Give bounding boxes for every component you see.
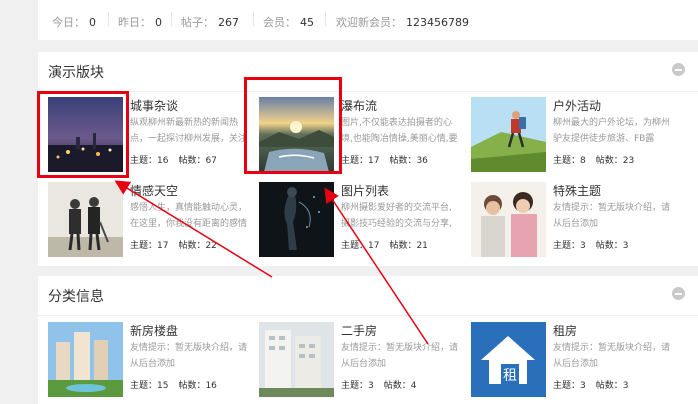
forum-stats: 主题：15 帖数：16	[130, 381, 217, 391]
forum-item: 图片列表 柳州摄影爱好者的交流平台,摄影技巧经验的交流与分享,共同 主题：17帖…	[259, 182, 464, 262]
forum-description: 友情提示：暂无版块介绍，请从后台添加	[341, 343, 459, 369]
forum-description: 友情提示：暂无版块介绍，请从后台添加	[130, 343, 248, 369]
rent-house-icon[interactable]: 租	[471, 322, 546, 397]
forum-group-demo: 演示版块 城事杂谈 纵观柳州新最新热的新闻热点，一起探讨柳州发展，关注 主题：1…	[38, 52, 698, 266]
forum-name[interactable]: 情感天空	[130, 182, 178, 199]
forum-name[interactable]: 城事杂谈	[130, 97, 178, 114]
forum-thumbnail-emotion[interactable]	[48, 182, 123, 257]
forum-description: 柳州最大的户外论坛，为柳州驴友提供徒步旅游、FB露营、	[553, 118, 671, 144]
forum-item: 户外活动 柳州最大的户外论坛，为柳州驴友提供徒步旅游、FB露营、 主题：8帖数：…	[471, 97, 676, 177]
forum-stats: 主题：3 帖数：3	[553, 381, 629, 391]
forum-stats: 主题：3 帖数：3	[553, 241, 629, 251]
forum-name[interactable]: 租房	[553, 322, 577, 339]
forum-name[interactable]: 图片列表	[341, 182, 389, 199]
forum-stats: 主题：17 帖数：36	[341, 156, 428, 166]
forum-stats: 主题：17 帖数：21	[341, 241, 428, 251]
forum-thumbnail-outdoor[interactable]	[471, 97, 546, 172]
forum-stats: 主题：16 帖数：67	[130, 156, 217, 166]
forum-description: 柳州摄影爱好者的交流平台,摄影技巧经验的交流与分享,共同	[341, 203, 452, 229]
collapse-icon[interactable]	[672, 63, 685, 76]
forum-description: 纵观柳州新最新热的新闻热点，一起探讨柳州发展，关注	[130, 118, 248, 144]
forum-group-header: 分类信息	[38, 276, 698, 316]
forum-description: 图片,不仅能表达拍摄者的心境,也能陶冶情操,美丽心情,要摄人	[341, 118, 458, 144]
forum-group-header: 演示版块	[38, 52, 698, 92]
forum-item: 二手房 友情提示：暂无版块介绍，请从后台添加 主题：3 帖数：4	[259, 322, 464, 402]
new-member-link[interactable]: 123456789	[406, 16, 469, 29]
forum-thumbnail-special[interactable]	[471, 182, 546, 257]
annotation-box-city	[37, 91, 129, 178]
forum-item: 特殊主题 友情提示：暂无版块介绍，请从后台添加 主题：3 帖数：3	[471, 182, 676, 262]
forum-item: 租 租房 友情提示：暂无版块介绍，请从后台添加 主题：3 帖数：3	[471, 322, 676, 402]
stat-today: 今日： 0	[52, 16, 96, 29]
forum-group-title: 演示版块	[48, 65, 104, 81]
forum-stats: 主题：17 帖数：22	[130, 241, 217, 251]
forum-stats: 主题：3 帖数：4	[341, 381, 417, 391]
forum-name[interactable]: 二手房	[341, 322, 377, 339]
forum-name[interactable]: 户外活动	[553, 97, 601, 114]
forum-stats: 主题：8 帖数：23	[553, 156, 635, 166]
forum-group-title: 分类信息	[48, 289, 104, 305]
forum-group-classified: 分类信息 新房楼盘 友情提示：暂无版块介绍，请从后台添加 主题：15 帖数：16 …	[38, 276, 698, 404]
forum-description: 感悟人生，真情能触动心灵，在这里，你我没有距离的感情	[130, 203, 248, 229]
stat-posts: 帖子： 267	[181, 16, 239, 29]
forum-description: 友情提示：暂无版块介绍，请从后台添加	[553, 343, 671, 369]
forum-description: 友情提示：暂无版块介绍，请从后台添加	[553, 203, 671, 229]
stats-bar: 今日： 0 昨日： 0 帖子： 267 会员： 45 欢迎新会员： 123456789	[38, 0, 698, 40]
collapse-icon[interactable]	[672, 287, 685, 300]
forum-item: 情感天空 感悟人生，真情能触动心灵，在这里，你我没有距离的感情 主题：17 帖数：…	[48, 182, 253, 262]
stat-new-member: 欢迎新会员： 123456789	[336, 16, 469, 29]
forum-item: 新房楼盘 友情提示：暂无版块介绍，请从后台添加 主题：15 帖数：16	[48, 322, 253, 402]
annotation-box-waterfall	[244, 77, 342, 174]
forum-name[interactable]: 瀑布流	[341, 97, 377, 114]
forum-thumbnail-new-homes[interactable]	[48, 322, 123, 397]
forum-name[interactable]: 新房楼盘	[130, 322, 178, 339]
svg-text:租: 租	[503, 368, 517, 384]
stat-members: 会员： 45	[263, 16, 314, 29]
stat-yesterday: 昨日： 0	[118, 16, 162, 29]
forum-thumbnail-second-hand[interactable]	[259, 322, 334, 397]
forum-thumbnail-photo-list[interactable]	[259, 182, 334, 257]
forum-name[interactable]: 特殊主题	[553, 182, 601, 199]
